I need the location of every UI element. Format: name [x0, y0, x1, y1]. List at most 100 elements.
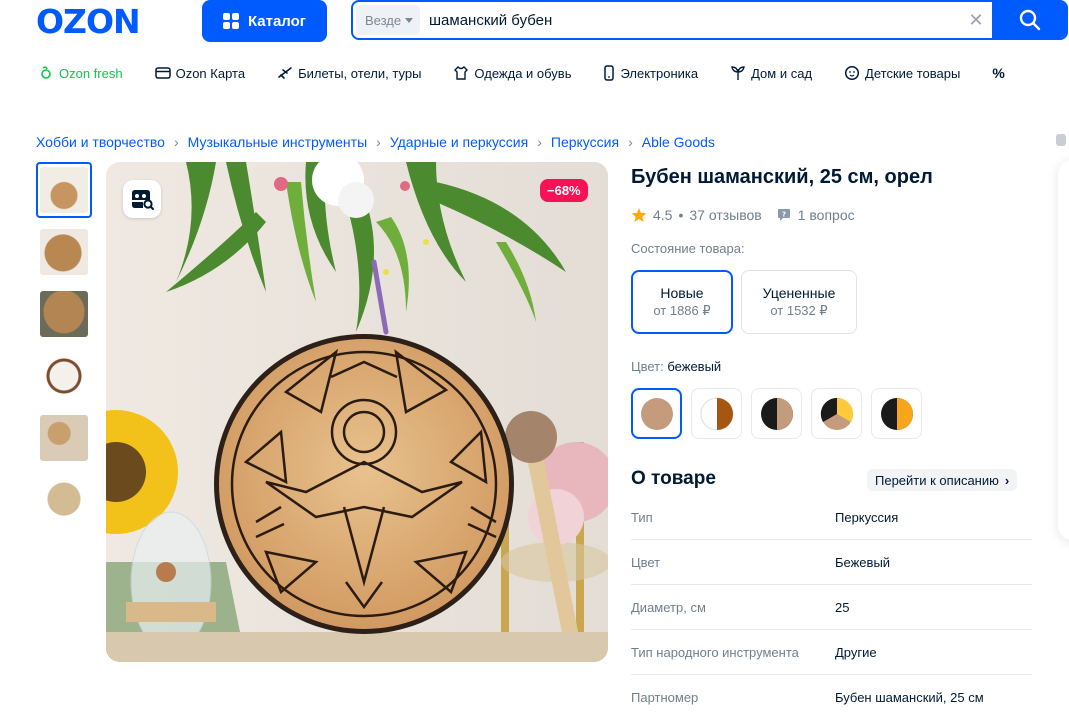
product-title: Бубен шаманский, 25 см, орел: [631, 166, 933, 188]
spec-row: Тип народного инструмента Другие: [631, 630, 1032, 675]
search-scope-select[interactable]: Везде: [356, 5, 420, 35]
color-value: бежевый: [667, 359, 722, 374]
catalog-button[interactable]: Каталог: [202, 0, 327, 42]
nav-label: Электроника: [620, 65, 699, 81]
thumbnail[interactable]: [36, 224, 92, 280]
nav-item-kids[interactable]: Детские товары: [844, 62, 960, 84]
swatch-circle: [820, 397, 853, 430]
nav-item-discounts[interactable]: %: [992, 62, 1004, 84]
questions-link[interactable]: 1 вопрос: [798, 207, 855, 223]
go-to-description-button[interactable]: Перейти к описанию ›: [867, 469, 1018, 491]
search-scope-value: Везде: [365, 12, 402, 28]
breadcrumb-link[interactable]: Ударные и перкуссия: [390, 134, 528, 150]
image-search-icon: [132, 190, 154, 210]
condition-label: Состояние товара:: [631, 241, 745, 256]
specs-table: Тип Перкуссия Цвет Бежевый Диаметр, см 2…: [631, 495, 1032, 720]
chevron-down-icon: [405, 17, 414, 23]
card-icon: [154, 67, 171, 79]
product-photo: [106, 162, 608, 662]
spec-key: Цвет: [631, 554, 661, 570]
nav-label: Ozon fresh: [59, 65, 123, 81]
product-image[interactable]: [106, 162, 608, 662]
chevron-right-icon: ›: [376, 134, 381, 150]
color-swatch-black-orange[interactable]: [871, 388, 922, 439]
search-button[interactable]: [992, 2, 1066, 38]
svg-text:?: ?: [782, 210, 786, 218]
color-label: Цвет: бежевый: [631, 359, 721, 374]
breadcrumb-link[interactable]: Музыкальные инструменты: [188, 134, 368, 150]
search-input[interactable]: [429, 7, 949, 33]
spec-row: Диаметр, см 25: [631, 585, 1032, 630]
thumbnail[interactable]: [36, 162, 92, 218]
breadcrumb-link[interactable]: Хобби и творчество: [36, 134, 165, 150]
spec-value: Бежевый: [835, 554, 891, 570]
plant-icon: [731, 66, 745, 80]
spec-value: Бубен шаманский, 25 см: [835, 690, 984, 705]
condition-price: от 1532 ₽: [770, 303, 828, 318]
spec-row: Партномер Бубен шаманский, 25 см: [631, 675, 1032, 720]
thumbnail[interactable]: [36, 410, 92, 466]
spec-value: 25: [835, 599, 850, 615]
svg-text:OZON: OZON: [36, 6, 140, 36]
thumbnail[interactable]: [36, 348, 92, 404]
color-swatch-white-brown[interactable]: [691, 388, 742, 439]
thumbnail[interactable]: [36, 472, 92, 528]
fresh-icon: [41, 66, 51, 79]
nav-label: Ozon Карта: [175, 65, 246, 81]
image-search-button[interactable]: [123, 180, 161, 218]
nav-item-ozon-fresh[interactable]: Ozon fresh: [38, 62, 123, 84]
nav-item-ozon-card[interactable]: Ozon Карта: [154, 62, 246, 84]
breadcrumb-link[interactable]: Перкуссия: [551, 134, 619, 150]
nav-label: Детские товары: [865, 65, 961, 81]
condition-price: от 1886 ₽: [653, 303, 711, 318]
search-bar: Везде ✕: [351, 0, 1068, 40]
reviews-link[interactable]: 37 отзывов: [689, 207, 761, 223]
search-icon: [1019, 9, 1041, 31]
phone-icon: [604, 65, 615, 81]
spec-key: Тип народного инструмента: [631, 644, 799, 660]
color-label-text: Цвет:: [631, 359, 664, 374]
condition-option-new[interactable]: Новые от 1886 ₽: [631, 270, 733, 334]
nav-item-clothes[interactable]: Одежда и обувь: [453, 62, 571, 84]
chevron-right-icon: ›: [1004, 472, 1010, 488]
clothes-icon: [454, 66, 469, 80]
condition-name: Уцененные: [762, 285, 836, 301]
spec-value: Другие: [835, 644, 877, 660]
plane-icon: [278, 67, 292, 79]
spec-row: Тип Перкуссия: [631, 495, 1032, 540]
spec-key: Диаметр, см: [631, 599, 706, 615]
condition-option-discounted[interactable]: Уцененные от 1532 ₽: [741, 270, 857, 334]
discount-badge: −68%: [540, 179, 588, 202]
nav-item-tickets[interactable]: Билеты, отели, туры: [277, 62, 421, 84]
spec-value: Перкуссия: [835, 509, 899, 525]
share-icon[interactable]: [1056, 134, 1066, 146]
thumbnail[interactable]: [36, 286, 92, 342]
nav-label: Билеты, отели, туры: [298, 65, 422, 81]
breadcrumb-link[interactable]: Able Goods: [642, 134, 715, 150]
swatch-circle: [880, 397, 913, 430]
percent-icon: %: [992, 65, 1005, 81]
color-swatch-multi[interactable]: [811, 388, 862, 439]
question-icon: ?: [777, 209, 790, 221]
color-swatch-beige[interactable]: [631, 388, 682, 439]
breadcrumb: Хобби и творчество › Музыкальные инструм…: [36, 134, 715, 150]
ozon-logo[interactable]: OZON: [36, 2, 166, 41]
chevron-right-icon: ›: [173, 134, 179, 150]
baby-icon: [844, 65, 860, 81]
nav-item-electronics[interactable]: Электроника: [603, 62, 698, 84]
catalog-label: Каталог: [247, 12, 307, 30]
swatch-circle: [700, 397, 733, 430]
nav-label: Одежда и обувь: [474, 65, 572, 81]
nav-item-home-garden[interactable]: Дом и сад: [730, 62, 812, 84]
nav-label: Дом и сад: [751, 65, 813, 81]
chevron-right-icon: ›: [537, 134, 542, 150]
grid-icon: [222, 13, 239, 29]
clear-search-icon[interactable]: ✕: [965, 9, 987, 31]
spec-row: Цвет Бежевый: [631, 540, 1032, 585]
spec-key: Тип: [631, 509, 653, 525]
color-swatch-black-beige[interactable]: [751, 388, 802, 439]
go-to-description-label: Перейти к описанию: [875, 472, 999, 488]
swatch-circle: [760, 397, 793, 430]
rating-value[interactable]: 4.5: [653, 207, 672, 223]
spec-key: Партномер: [631, 690, 699, 705]
